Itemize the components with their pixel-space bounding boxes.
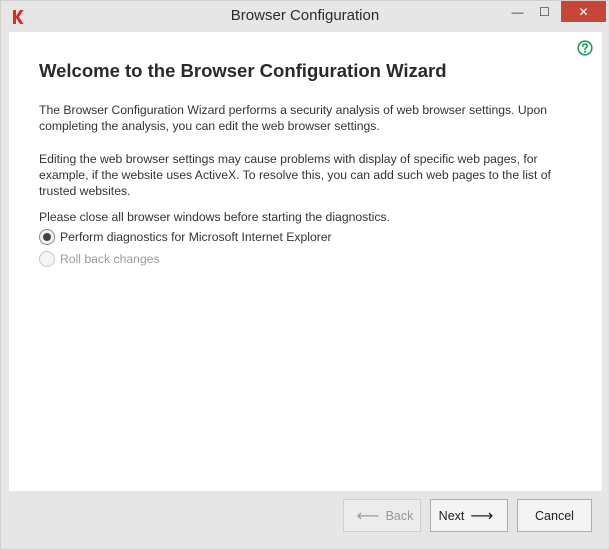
help-circle-icon[interactable] bbox=[577, 40, 593, 56]
next-label: Next bbox=[438, 508, 465, 523]
close-button[interactable]: ✕ bbox=[561, 1, 606, 22]
back-label: Back bbox=[385, 508, 414, 523]
arrow-left-icon: ⟵ bbox=[356, 507, 380, 525]
back-button: ⟵ Back bbox=[343, 499, 421, 532]
title-bar[interactable]: Browser Configuration — ☐ ✕ bbox=[1, 1, 609, 32]
radio-selected-icon[interactable] bbox=[39, 229, 55, 245]
next-button[interactable]: Next ⟶ bbox=[430, 499, 508, 532]
option-label: Roll back changes bbox=[60, 252, 160, 266]
option-label: Perform diagnostics for Microsoft Intern… bbox=[60, 230, 332, 244]
page-title: Welcome to the Browser Configuration Wiz… bbox=[39, 60, 447, 81]
wizard-footer: ⟵ Back Next ⟶ Cancel bbox=[9, 491, 602, 543]
cancel-button[interactable]: Cancel bbox=[517, 499, 592, 532]
wizard-content: Welcome to the Browser Configuration Wiz… bbox=[9, 32, 602, 491]
wizard-window: Browser Configuration — ☐ ✕ Welcome to t… bbox=[0, 0, 610, 550]
option-perform-diagnostics[interactable]: Perform diagnostics for Microsoft Intern… bbox=[39, 229, 332, 245]
radio-disabled-icon bbox=[39, 251, 55, 267]
instruction-paragraph: Please close all browser windows before … bbox=[39, 210, 390, 224]
minimize-button[interactable]: — bbox=[504, 1, 531, 22]
maximize-button[interactable]: ☐ bbox=[531, 1, 558, 22]
option-roll-back: Roll back changes bbox=[39, 251, 160, 267]
arrow-right-icon: ⟶ bbox=[470, 507, 494, 525]
intro-paragraph: The Browser Configuration Wizard perform… bbox=[39, 103, 548, 133]
warning-paragraph: Editing the web browser settings may cau… bbox=[39, 152, 551, 198]
